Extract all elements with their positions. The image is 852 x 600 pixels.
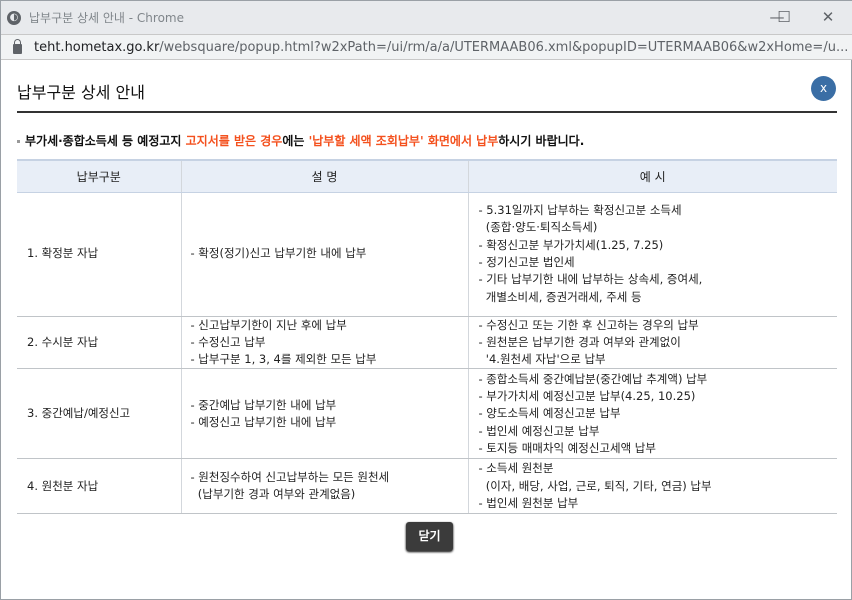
example-line: - 소득세 원천분 — [478, 461, 554, 476]
maximize-button[interactable]: ☐ — [769, 7, 799, 27]
notice-text: 부가세·종합소득세 등 예정고지 고지서를 받은 경우에는 '납부할 세액 조회… — [17, 132, 584, 149]
example-line: - 확정신고분 부가가치세(1.25, 7.25) — [478, 237, 664, 252]
type-label: 1. 확정분 자납 — [27, 246, 99, 261]
cell-example: - 소득세 원천분 (이자, 배당, 사업, 근로, 퇴직, 기타, 연금) 납… — [467, 458, 837, 515]
example-line: 개별소비세, 증권거래세, 주세 등 — [478, 289, 642, 304]
header-example: 예 시 — [467, 159, 837, 193]
cell-example: - 5.31일까지 납부하는 확정신고분 소득세 (종합·양도·퇴직소득세) - … — [467, 192, 837, 317]
cell-desc: - 중간예납 납부기한 내에 납부 - 예정신고 납부기한 내에 납부 — [180, 368, 468, 460]
example-line: - 기타 납부기한 내에 납부하는 상속세, 증여세, — [478, 272, 703, 287]
table-row: 1. 확정분 자납 - 확정(정기)신고 납부기한 내에 납부 - 5.31일까지 … — [17, 192, 837, 317]
table-row: 3. 중간예납/예정신고 - 중간예납 납부기한 내에 납부 - 예정신고 납부기한… — [17, 368, 837, 460]
address-bar[interactable]: teht.hometax.go.kr/websquare/popup.html?… — [1, 34, 852, 60]
type-label: 3. 중간예납/예정신고 — [27, 406, 131, 421]
cell-type: 1. 확정분 자납 — [17, 192, 181, 317]
url-text[interactable]: teht.hometax.go.kr/websquare/popup.html?… — [34, 40, 848, 55]
example-line: - 토지등 매매차익 예정신고세액 납부 — [478, 440, 656, 455]
cell-example: - 종합소득세 중간예납분(중간예납 추계액) 납부 - 부가가치세 예정신고분 … — [467, 368, 837, 460]
cell-desc: - 원천징수하여 신고납부하는 모든 원천세 (납부기한 경과 여부와 관계없음… — [180, 458, 468, 515]
divider — [17, 111, 837, 113]
desc-line: - 원천징수하여 신고납부하는 모든 원천세 — [190, 470, 390, 485]
example-line: - 양도소득세 예정신고분 납부 — [478, 406, 621, 421]
desc-line: - 확정(정기)신고 납부기한 내에 납부 — [190, 246, 367, 261]
desc-line: - 수정신고 납부 — [190, 334, 266, 349]
cell-type: 3. 중간예납/예정신고 — [17, 368, 181, 460]
cell-example: - 수정신고 또는 기한 후 신고하는 경우의 납부 - 원천분은 납부기한 경과… — [467, 316, 837, 370]
example-line: - 부가가치세 예정신고분 납부(4.25, 10.25) — [478, 388, 696, 403]
popup-title: 납부구분 상세 안내 — [17, 83, 145, 102]
header-type: 납부구분 — [17, 159, 181, 193]
browser-titlebar: ◐ 납부구분 상세 안내 - Chrome — ☐ ✕ — [1, 1, 852, 34]
table-row: 2. 수시분 자납 - 신고납부기한이 지난 후에 납부 - 수정신고 납부 - 납부… — [17, 316, 837, 370]
desc-line: - 예정신고 납부기한 내에 납부 — [190, 414, 337, 429]
globe-icon: ◐ — [7, 10, 21, 25]
example-line: (이자, 배당, 사업, 근로, 퇴직, 기타, 연금) 납부 — [478, 478, 712, 493]
desc-line: (납부기한 경과 여부와 관계없음) — [190, 487, 356, 502]
desc-line: - 신고납부기한이 지난 후에 납부 — [190, 317, 347, 332]
table-row: 4. 원천분 자납 - 원천징수하여 신고납부하는 모든 원천세 (납부기한 경과… — [17, 458, 837, 515]
bullet-icon — [17, 140, 20, 143]
desc-line: - 납부구분 1, 3, 4를 제외한 모든 납부 — [190, 352, 377, 367]
example-line: - 5.31일까지 납부하는 확정신고분 소득세 — [478, 203, 682, 218]
type-label: 2. 수시분 자납 — [27, 334, 99, 349]
example-line: - 법인세 예정신고분 납부 — [478, 423, 600, 438]
close-popup-button[interactable]: x — [811, 76, 836, 101]
close-button[interactable]: 닫기 — [406, 522, 453, 551]
header-desc: 설 명 — [180, 159, 468, 193]
close-window-button[interactable]: ✕ — [813, 7, 843, 27]
cell-desc: - 신고납부기한이 지난 후에 납부 - 수정신고 납부 - 납부구분 1, 3, … — [180, 316, 468, 370]
cell-desc: - 확정(정기)신고 납부기한 내에 납부 — [180, 192, 468, 317]
cell-type: 2. 수시분 자납 — [17, 316, 181, 370]
example-line: - 정기신고분 법인세 — [478, 255, 575, 269]
example-line: - 원천분은 납부기한 경과 여부와 관계없이 — [478, 334, 681, 349]
example-line: '4.원천세 자납'으로 납부 — [478, 352, 606, 367]
example-line: - 수정신고 또는 기한 후 신고하는 경우의 납부 — [478, 317, 699, 332]
payment-type-table: 납부구분 설 명 예 시 1. 확정분 자납 - 확정(정기)신고 납부기한 내에… — [17, 159, 837, 515]
cell-type: 4. 원천분 자납 — [17, 458, 181, 515]
example-line: (종합·양도·퇴직소득세) — [478, 220, 598, 235]
type-label: 4. 원천분 자납 — [27, 478, 99, 493]
close-icon: x — [819, 81, 828, 95]
lock-icon — [13, 38, 22, 54]
desc-line: - 중간예납 납부기한 내에 납부 — [190, 397, 337, 412]
example-line: - 종합소득세 중간예납분(중간예납 추계액) 납부 — [478, 371, 708, 386]
example-line: - 법인세 원천분 납부 — [478, 496, 579, 511]
window-title: 납부구분 상세 안내 - Chrome — [29, 11, 184, 25]
